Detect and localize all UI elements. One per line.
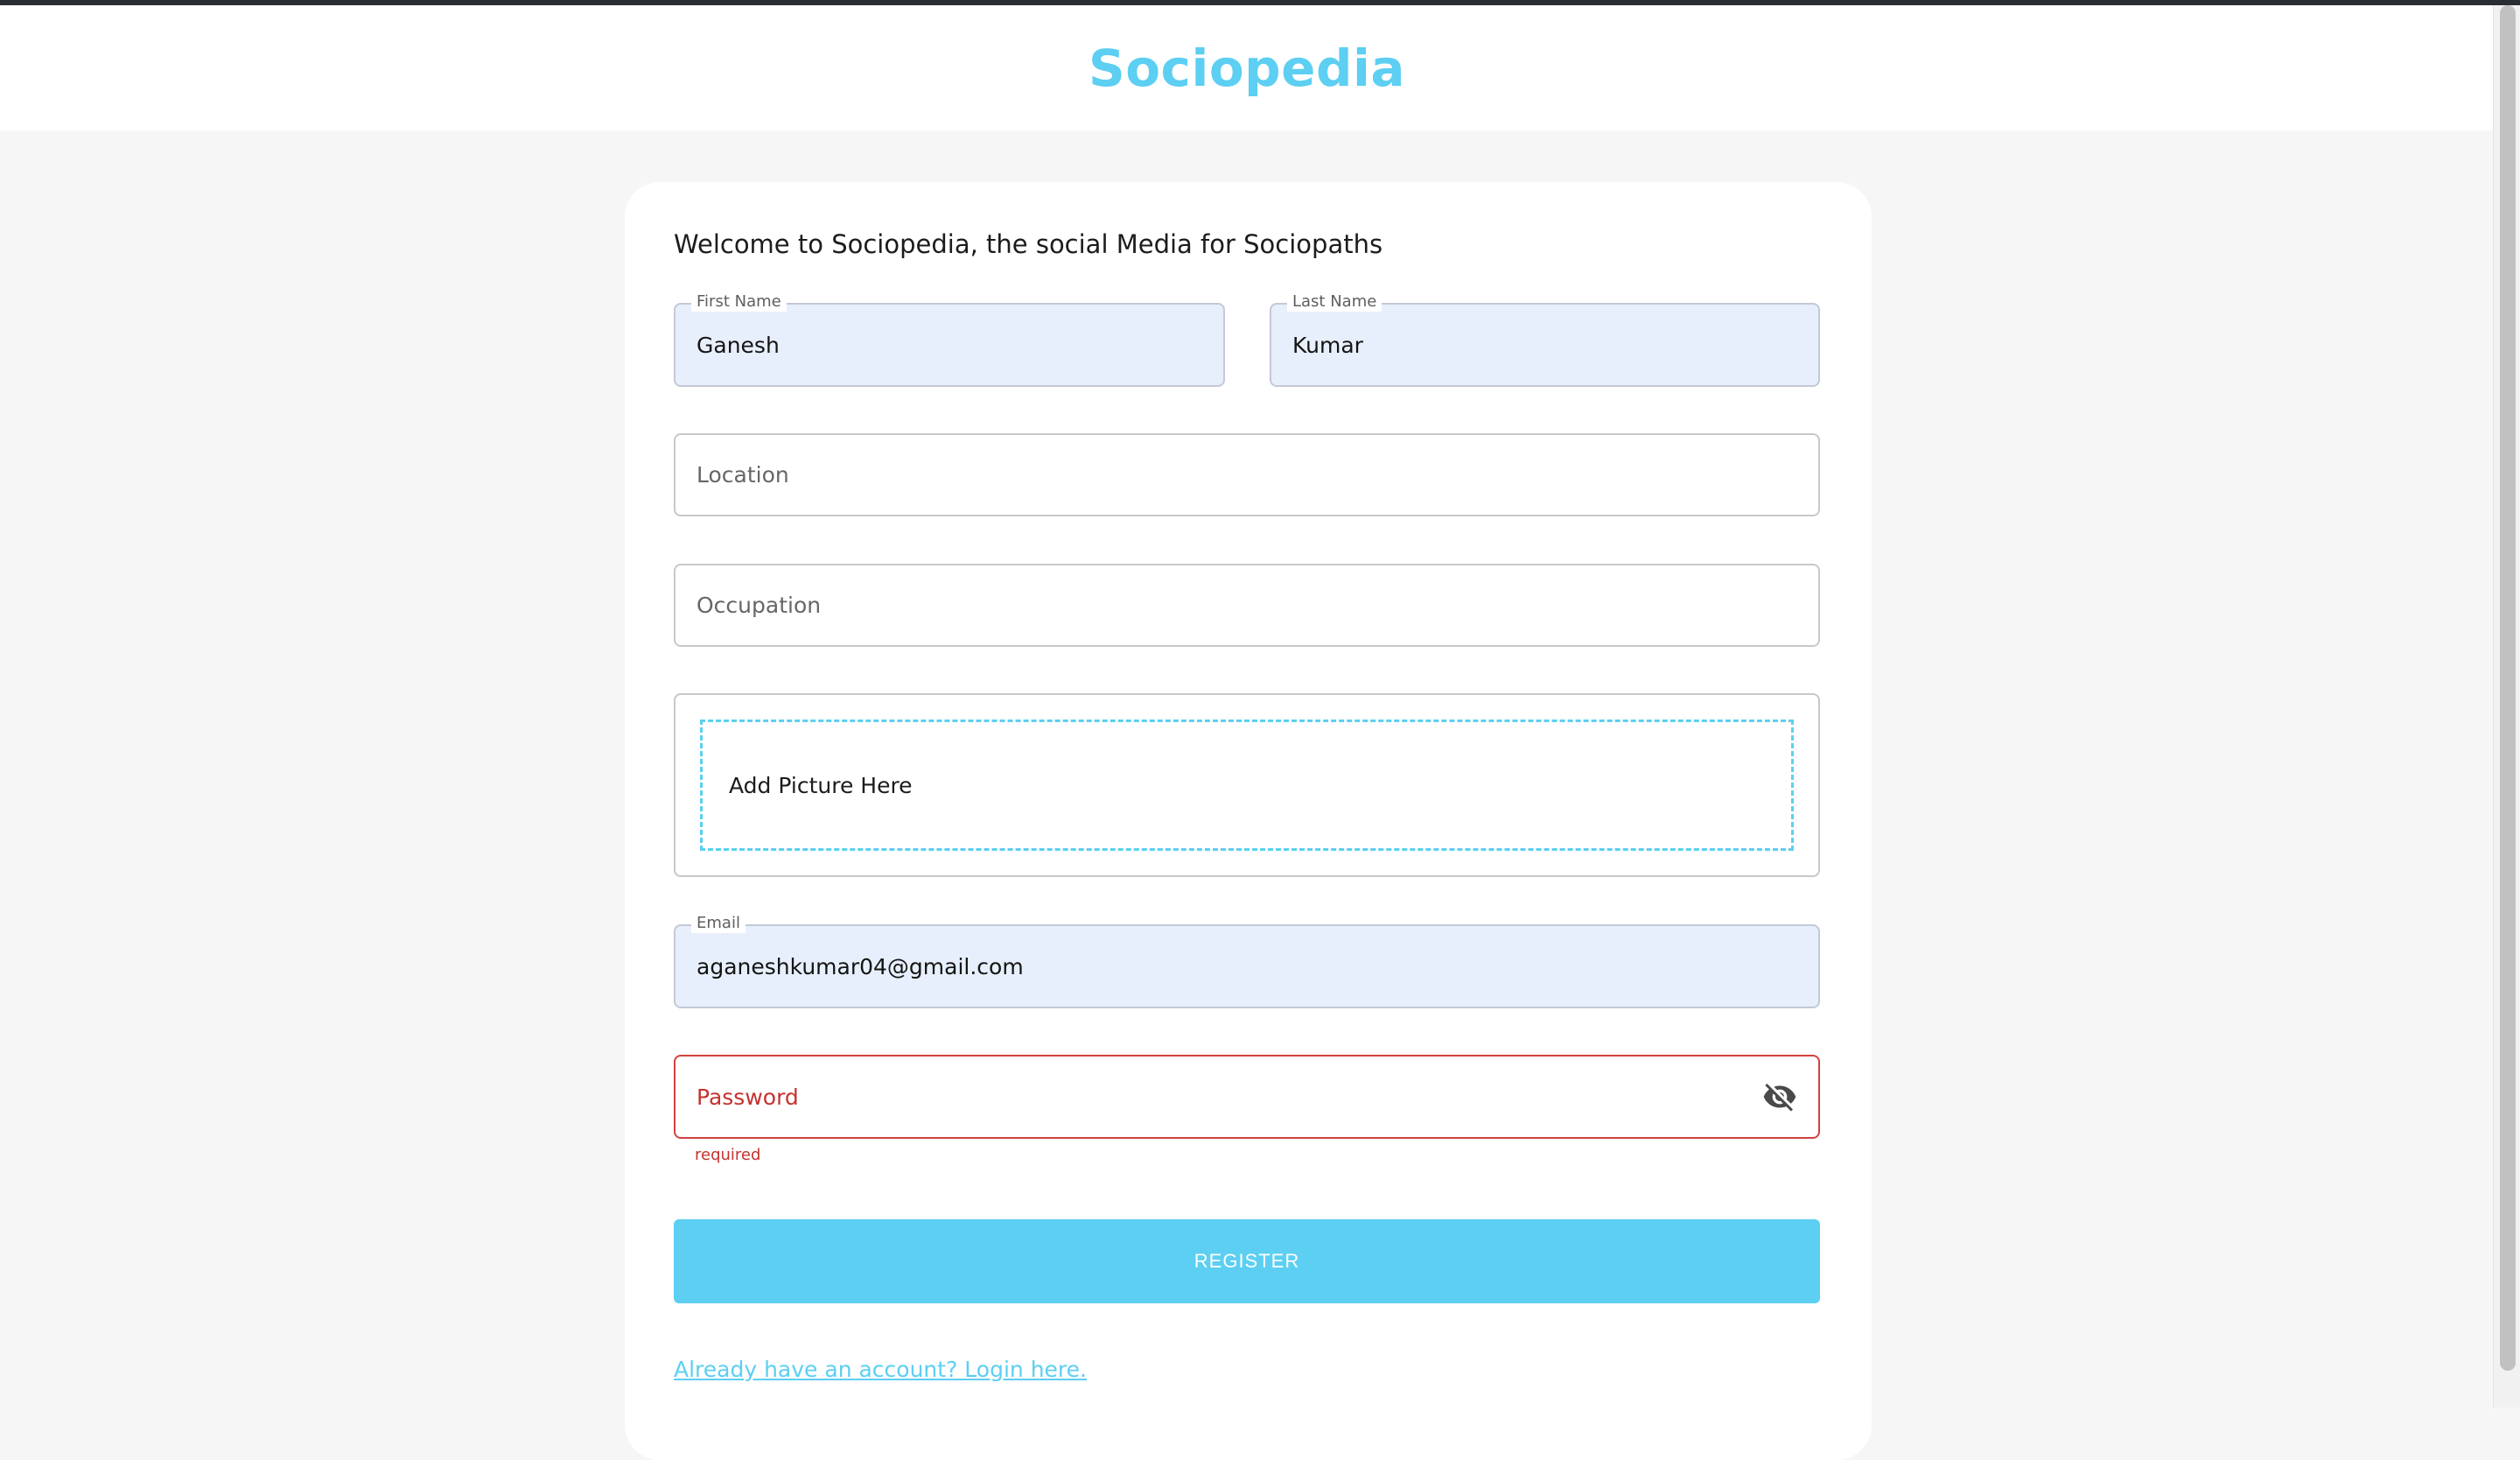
scrollbar-thumb[interactable] (2500, 5, 2516, 1371)
picture-dropzone[interactable]: Add Picture Here (700, 719, 1794, 851)
last-name-field[interactable]: Last Name Kumar (1270, 292, 1820, 387)
login-link[interactable]: Already have an account? Login here. (674, 1357, 1087, 1382)
occupation-placeholder: Occupation (696, 593, 822, 618)
register-card: Welcome to Sociopedia, the social Media … (625, 182, 1872, 1460)
top-navbar: Sociopedia (0, 5, 2494, 130)
welcome-heading: Welcome to Sociopedia, the social Media … (674, 229, 1383, 259)
register-button[interactable]: REGISTER (674, 1219, 1820, 1303)
brand-logo[interactable]: Sociopedia (0, 39, 2494, 98)
password-placeholder: Password (696, 1084, 799, 1110)
picture-dropzone-text: Add Picture Here (729, 772, 913, 798)
first-name-field[interactable]: First Name Ganesh (674, 292, 1225, 387)
picture-upload-box: Add Picture Here (674, 693, 1820, 877)
password-helper-text: required (695, 1146, 761, 1164)
location-placeholder: Location (696, 462, 789, 488)
first-name-value: Ganesh (696, 332, 780, 358)
location-field[interactable]: Location (674, 433, 1820, 516)
visibility-off-icon[interactable] (1762, 1079, 1797, 1114)
email-value: aganeshkumar04@gmail.com (696, 953, 1024, 979)
password-field[interactable]: Password (674, 1055, 1820, 1139)
occupation-field[interactable]: Occupation (674, 564, 1820, 647)
last-name-value: Kumar (1292, 332, 1363, 358)
email-field[interactable]: Email aganeshkumar04@gmail.com (674, 914, 1820, 1008)
